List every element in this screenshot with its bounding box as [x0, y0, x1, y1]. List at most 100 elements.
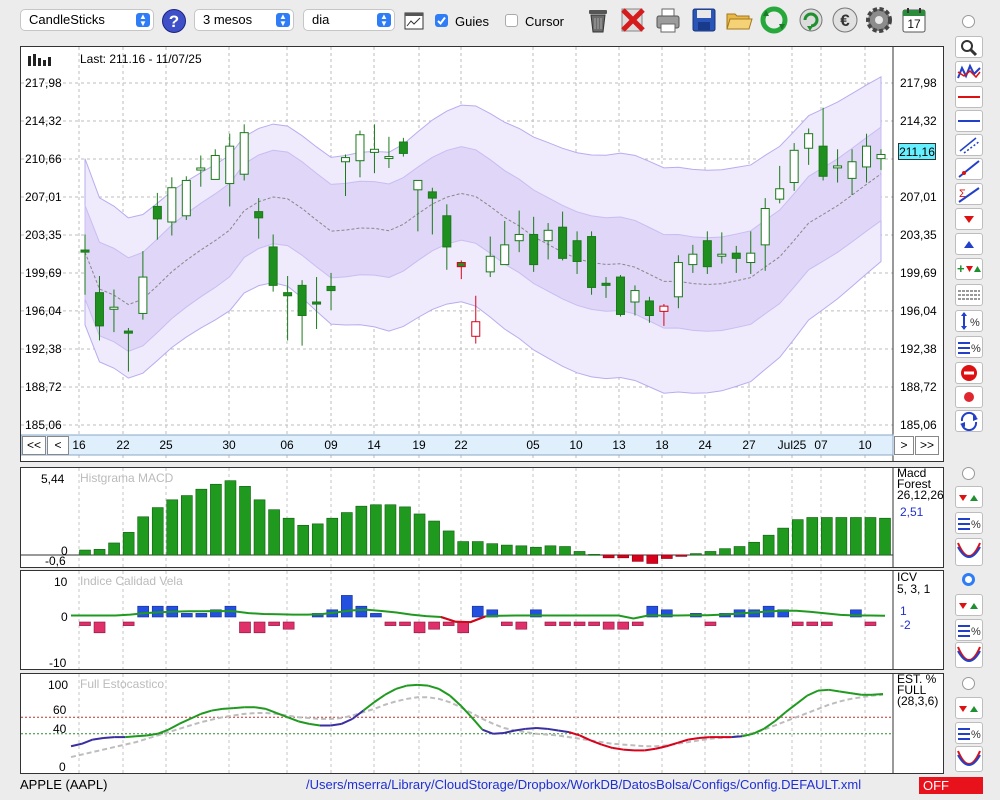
stochastic-panel[interactable]: Full Estocastico 100 60 40 0 EST. % FULL…	[20, 673, 944, 774]
nav-last-button[interactable]: >>	[915, 436, 939, 455]
grid-lines-button[interactable]	[955, 284, 983, 306]
icv-bar	[501, 621, 513, 626]
nav-first-button[interactable]: <<	[22, 436, 46, 455]
guides-checkbox[interactable]	[435, 14, 448, 27]
sigma-icon: Σ	[956, 187, 982, 207]
price-y-tick-left: 196,04	[25, 304, 62, 318]
macd-bar	[122, 532, 135, 556]
stochastic-main-line-segment	[341, 717, 353, 725]
macd-bar	[762, 534, 775, 556]
price-chart[interactable]: 217,98 217,98 214,32 214,32 210,66 207,01 207,…	[21, 47, 943, 461]
stochastic-main-line-segment	[135, 734, 147, 738]
panel-select-radio-icv[interactable]	[962, 573, 975, 586]
zoom-button[interactable]	[955, 36, 983, 58]
candle-body	[514, 233, 524, 242]
swap-button[interactable]	[955, 410, 983, 432]
stochastic-main-line-segment	[698, 736, 710, 739]
lines-percent-icon: %	[956, 625, 982, 643]
stochastic-curve-button[interactable]	[955, 746, 983, 772]
icv-percent-button[interactable]: %	[955, 619, 983, 641]
stop-button[interactable]	[955, 362, 983, 384]
record-button[interactable]	[955, 386, 983, 408]
arrow-down-button[interactable]	[955, 208, 983, 230]
macd-bar	[850, 517, 862, 556]
candle-body	[688, 253, 698, 266]
macd-percent-button[interactable]: %	[955, 512, 983, 534]
price-chart-panel[interactable]: 217,98 217,98 214,32 214,32 210,66 207,01 207,…	[20, 46, 944, 462]
chevron-updown-icon: ▲ ▼	[276, 13, 290, 28]
calendar-day: 17	[907, 17, 921, 31]
macd-bar	[181, 495, 193, 556]
icv-bar	[181, 613, 193, 618]
euro-icon[interactable]: €	[831, 6, 858, 34]
open-folder-icon[interactable]	[725, 6, 753, 34]
trash-icon[interactable]	[585, 6, 611, 34]
fibonacci-button[interactable]: Σ	[955, 183, 983, 205]
rotate-icon[interactable]	[797, 6, 823, 34]
save-icon[interactable]	[691, 6, 717, 34]
curve-icon	[956, 646, 982, 670]
lines-percent-button[interactable]: %	[955, 336, 983, 358]
magnifier-icon	[956, 40, 982, 60]
stochastic-arrows-button[interactable]	[955, 697, 983, 719]
config-path-link[interactable]: /Users/mserra/Library/CloudStorage/Dropb…	[306, 777, 861, 792]
icv-bar	[806, 621, 819, 626]
macd-panel[interactable]: Histgrama MACD 5,44 0 -0,6 Macd Forest 2…	[20, 467, 944, 568]
scale-percent-button[interactable]: %	[955, 310, 983, 332]
icv-arrows-button[interactable]	[955, 594, 983, 616]
chart-window-icon[interactable]	[404, 11, 424, 31]
price-y-tick-left: 185,06	[25, 418, 62, 432]
settings-icon[interactable]	[865, 6, 892, 34]
interval-select[interactable]: dia ▲ ▼	[303, 9, 395, 31]
stochastic-percent-button[interactable]: %	[955, 722, 983, 744]
calendar-icon[interactable]: 17	[901, 6, 927, 34]
delete-icon[interactable]	[619, 6, 645, 34]
add-arrows-button[interactable]: +	[955, 258, 983, 280]
x-axis-label: 13	[612, 438, 626, 452]
svg-text:%: %	[971, 343, 981, 355]
trendline-button[interactable]	[955, 158, 983, 180]
red-green-arrows-icon	[956, 495, 982, 510]
candle-body	[818, 145, 828, 177]
print-icon[interactable]	[654, 6, 680, 34]
nav-prev-button[interactable]: <	[47, 436, 69, 455]
arrow-up-button[interactable]	[955, 233, 983, 255]
refresh-icon[interactable]	[760, 6, 788, 34]
icv-panel[interactable]: Indice Calidad Vela 10 0 -10 ICV 5, 3, 1…	[20, 570, 944, 670]
macd-bar	[413, 513, 426, 556]
panel-select-radio-stochastic[interactable]	[962, 677, 975, 690]
icv-legend-2: 5, 3, 1	[897, 582, 931, 596]
stochastic-main-line-segment	[373, 693, 386, 704]
cursor-checkbox[interactable]	[505, 14, 518, 27]
off-status-badge[interactable]: OFF	[919, 777, 983, 794]
icv-title: Indice Calidad Vela	[80, 574, 183, 588]
channel-button[interactable]	[955, 134, 983, 156]
chart-type-select[interactable]: CandleSticks ▲ ▼	[20, 9, 154, 31]
panel-select-radio-macd[interactable]	[962, 467, 975, 480]
stochastic-main-line-segment	[298, 720, 310, 725]
macd-arrows-button[interactable]	[955, 486, 983, 508]
indicator-button[interactable]	[955, 61, 983, 83]
period-select[interactable]: 3 mesos ▲ ▼	[194, 9, 294, 31]
stochastic-main-line-segment	[731, 735, 743, 739]
candle-body	[847, 161, 857, 179]
macd-curve-button[interactable]	[955, 538, 983, 566]
icv-curve-button[interactable]	[955, 642, 983, 668]
candle-body	[427, 191, 437, 199]
x-axis-label: Jul25	[778, 438, 807, 452]
help-icon[interactable]: ?	[161, 8, 187, 34]
stochastic-main-line-segment	[233, 706, 245, 710]
candle-body	[702, 240, 712, 268]
icv-bar	[573, 621, 586, 626]
hline-blue-button[interactable]	[955, 110, 983, 132]
price-y-tick-right: 207,01	[900, 190, 937, 204]
stochastic-main-line-segment	[309, 722, 321, 727]
stochastic-main-line-segment	[752, 727, 765, 735]
nav-next-button[interactable]: >	[894, 436, 914, 455]
price-y-tick-right: 196,04	[900, 304, 937, 318]
candle-body	[630, 290, 640, 303]
red-green-arrows-icon	[956, 603, 982, 618]
panel-select-radio-main[interactable]	[962, 15, 975, 28]
macd-bar	[588, 553, 600, 556]
hline-red-button[interactable]	[955, 86, 983, 108]
